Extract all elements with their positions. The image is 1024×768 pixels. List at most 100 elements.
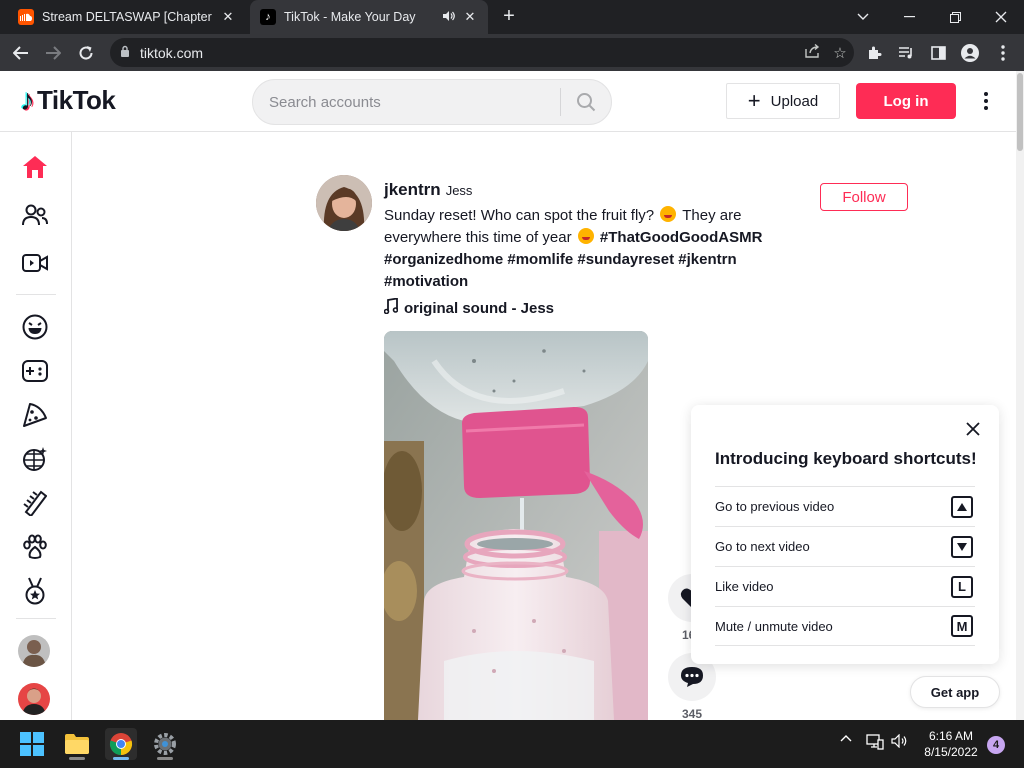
author-nickname[interactable]: Jess (446, 183, 473, 198)
music-note-icon (383, 297, 399, 318)
clock-time: 6:16 AM (928, 729, 974, 743)
hashtag-link[interactable]: #jkentrn (678, 251, 736, 268)
dance-disco-icon[interactable] (18, 442, 52, 476)
music-title: original sound - Jess (404, 299, 555, 317)
search-bar (252, 79, 612, 125)
hashtag-link[interactable]: #momlife (507, 251, 573, 268)
nav-divider (16, 618, 56, 619)
scrollbar-thumb[interactable] (1017, 73, 1023, 151)
sports-medal-icon[interactable] (18, 574, 52, 608)
comment-count: 345 (681, 707, 703, 721)
settings-gear-icon[interactable] (149, 728, 181, 760)
suggested-account-avatar[interactable] (18, 683, 50, 715)
live-icon[interactable] (18, 246, 52, 280)
post-author-avatar[interactable] (316, 175, 372, 231)
author-username[interactable]: jkentrn (384, 180, 441, 200)
system-clock[interactable]: 6:16 AM 8/15/2022 (916, 728, 986, 760)
chrome-taskbar-icon[interactable] (105, 728, 137, 760)
url-text: tiktok.com (140, 44, 204, 61)
reload-icon[interactable] (75, 42, 97, 64)
back-icon[interactable] (10, 42, 32, 64)
windows-taskbar: 6:16 AM 8/15/2022 (0, 720, 1024, 768)
plus-icon: + (747, 88, 761, 113)
music-link[interactable]: original sound - Jess (383, 297, 555, 318)
start-windows-icon[interactable] (16, 728, 48, 760)
tab-tiktok[interactable]: ♪ TikTok - Make Your Day ✕ (250, 0, 488, 34)
login-button[interactable]: Log in (856, 83, 956, 119)
extensions-icon[interactable] (863, 42, 885, 64)
get-app-button[interactable]: Get app (910, 676, 1000, 708)
close-panel-icon[interactable] (963, 419, 983, 439)
description-text: Sunday reset! Who can spot the fruit fly… (384, 207, 655, 224)
shortcut-row: Go to previous video (715, 486, 975, 526)
comedy-icon[interactable] (18, 310, 52, 344)
tab-search-icon[interactable] (840, 0, 886, 34)
shortcut-label: Mute / unmute video (715, 618, 833, 634)
page-scrollbar[interactable] (1016, 71, 1024, 720)
search-input[interactable] (253, 80, 560, 124)
new-tab-button[interactable]: + (498, 6, 520, 28)
hashtag-link[interactable]: #motivation (384, 273, 468, 290)
upload-button[interactable]: + Upload (726, 83, 840, 119)
keycap-up-icon (951, 495, 973, 518)
more-options-icon[interactable] (976, 89, 996, 113)
tab-title: Stream DELTASWAP [Chapter 1] - (42, 10, 214, 24)
tiktok-favicon-icon: ♪ (260, 9, 276, 25)
soundcloud-favicon-icon (18, 9, 34, 25)
animals-paw-icon[interactable] (18, 530, 52, 564)
beauty-comb-icon[interactable] (18, 486, 52, 520)
tiktok-header: ♪ TikTok + Upload Log in (0, 71, 1016, 132)
follow-button[interactable]: Follow (820, 183, 908, 211)
food-pizza-icon[interactable] (18, 398, 52, 432)
network-icon[interactable] (866, 734, 884, 750)
audio-playing-icon[interactable] (442, 10, 456, 25)
comment-bubble-icon (681, 667, 703, 687)
tab-deltaswap[interactable]: Stream DELTASWAP [Chapter 1] - ✕ (8, 0, 246, 34)
share-icon[interactable] (798, 43, 826, 62)
minimize-icon[interactable] (886, 0, 932, 34)
clock-date: 8/15/2022 (924, 745, 978, 759)
close-tab-icon[interactable]: ✕ (462, 9, 478, 25)
address-bar[interactable]: tiktok.com ☆ (110, 38, 854, 67)
close-window-icon[interactable] (978, 0, 1024, 34)
close-tab-icon[interactable]: ✕ (220, 9, 236, 25)
notification-badge[interactable]: 4 (987, 736, 1005, 754)
gaming-icon[interactable] (18, 354, 52, 388)
upload-label: Upload (770, 92, 819, 110)
search-button[interactable] (561, 80, 611, 124)
hashtag-link[interactable]: #ThatGoodGoodASMR (600, 229, 762, 246)
browser-toolbar: tiktok.com ☆ (0, 34, 1024, 71)
video-player[interactable] (384, 331, 648, 720)
hashtag-link[interactable]: #organizedhome (384, 251, 503, 268)
search-icon (577, 93, 596, 112)
profile-icon[interactable] (959, 42, 981, 64)
tiktok-logo[interactable]: ♪ TikTok (20, 83, 116, 117)
restore-icon[interactable] (932, 0, 978, 34)
app-running-indicator (69, 757, 85, 760)
media-control-icon[interactable] (895, 42, 917, 64)
show-hidden-icons-chevron-icon[interactable] (840, 734, 852, 742)
shortcut-row: Go to next video (715, 526, 975, 566)
chrome-menu-icon[interactable] (992, 42, 1014, 64)
side-panel-icon[interactable] (927, 42, 949, 64)
tab-title: TikTok - Make Your Day (284, 10, 416, 24)
volume-icon[interactable] (891, 734, 909, 748)
bookmark-star-icon[interactable]: ☆ (826, 44, 854, 62)
excited-emoji-icon (660, 206, 677, 222)
keycap-l: L (951, 575, 973, 598)
home-icon[interactable] (18, 150, 52, 184)
keycap-m: M (951, 615, 973, 637)
hashtag-link[interactable]: #sundayreset (577, 251, 674, 268)
following-icon[interactable] (18, 198, 52, 232)
lock-icon[interactable] (120, 45, 130, 60)
tiktok-note-icon: ♪ (20, 83, 35, 117)
file-explorer-icon[interactable] (61, 728, 93, 760)
shortcut-label: Go to previous video (715, 499, 835, 514)
shortcut-row: Mute / unmute video M (715, 606, 975, 646)
forward-icon[interactable] (42, 42, 64, 64)
suggested-account-avatar[interactable] (18, 635, 50, 667)
shortcuts-title: Introducing keyboard shortcuts! (715, 449, 977, 468)
app-running-indicator (113, 757, 129, 760)
shortcut-label: Like video (715, 579, 774, 594)
keyboard-shortcuts-panel: Introducing keyboard shortcuts! Go to pr… (691, 405, 999, 664)
